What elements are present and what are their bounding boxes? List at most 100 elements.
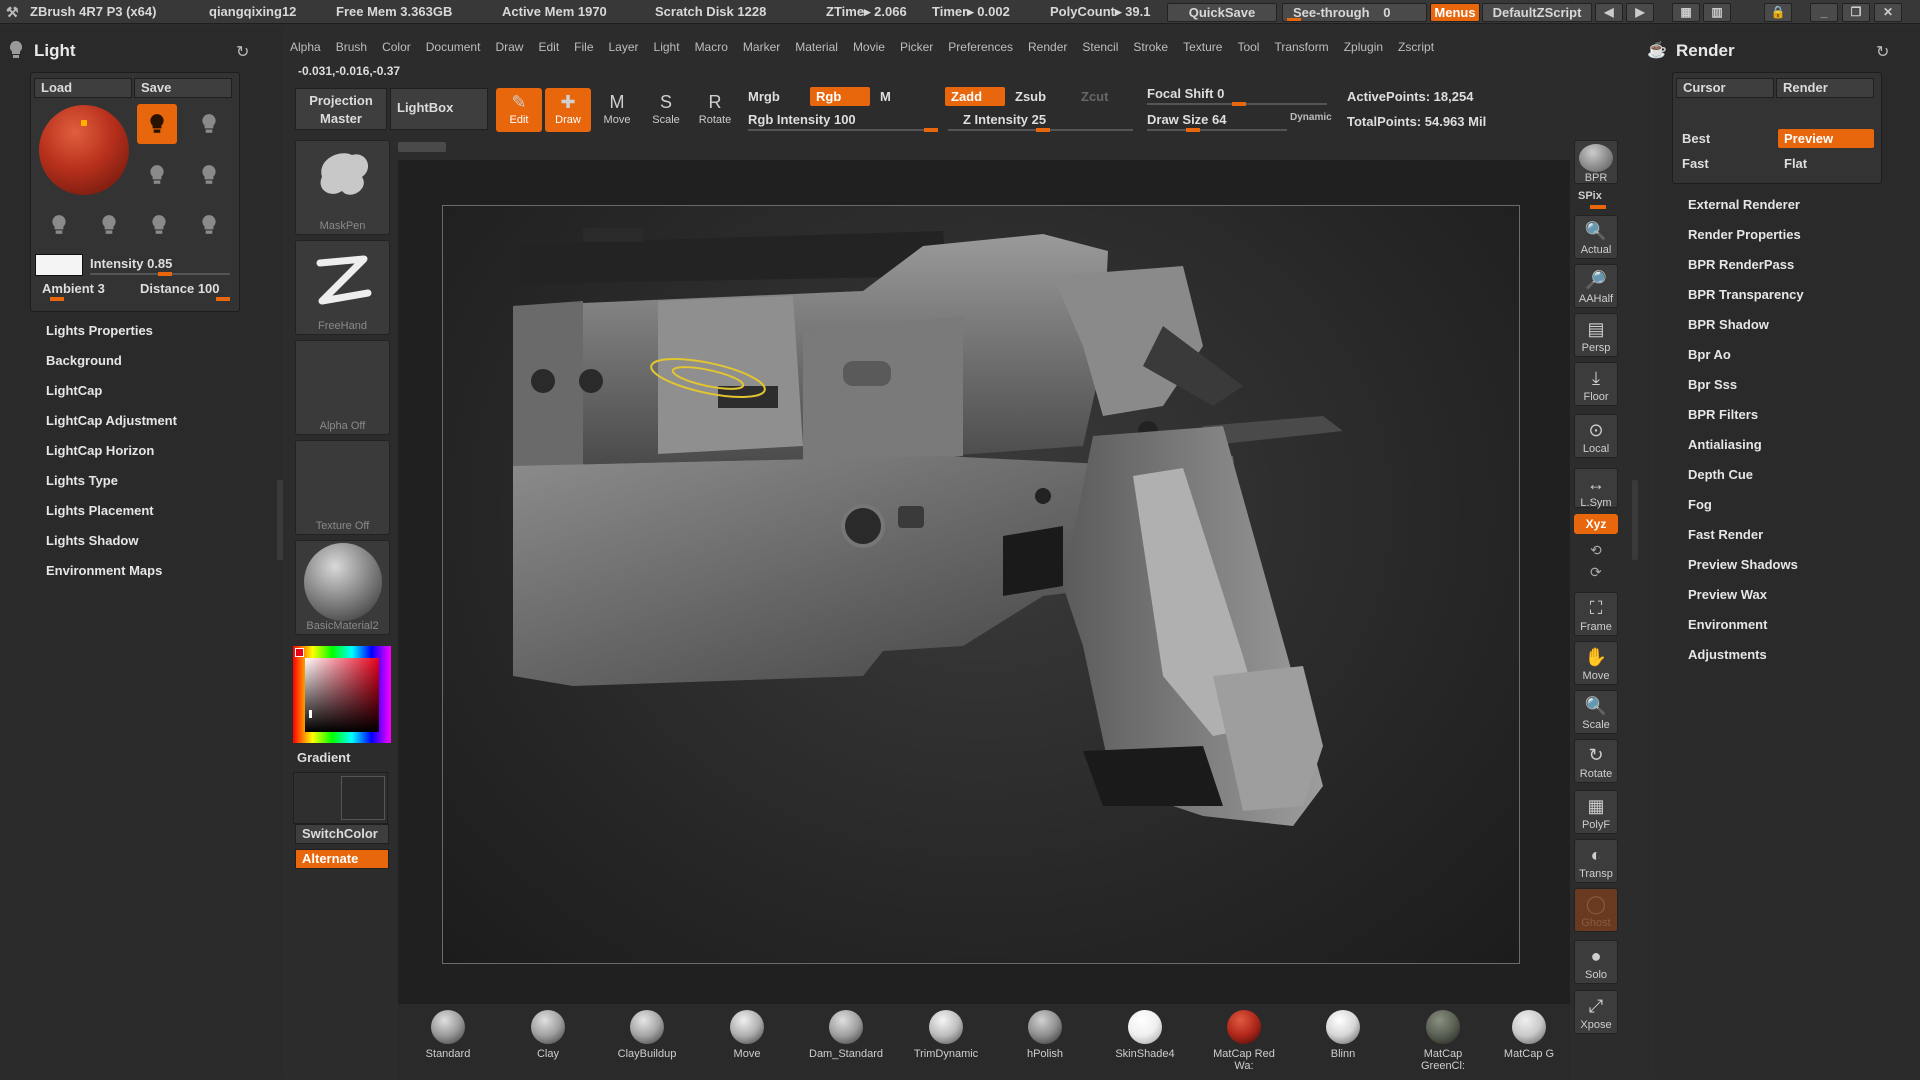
fast-button[interactable]: Fast (1682, 156, 1709, 171)
light-4-bulb-icon[interactable] (189, 155, 229, 195)
intensity-knob[interactable] (158, 272, 172, 276)
rgb-button[interactable]: Rgb (810, 87, 870, 106)
material-skinshade4[interactable]: SkinShade4 (1105, 1010, 1185, 1060)
bpr-transparency-item[interactable]: BPR Transparency (1688, 287, 1804, 302)
bpr-filters-item[interactable]: BPR Filters (1688, 407, 1758, 422)
z-intensity-knob[interactable] (1036, 128, 1050, 132)
menu-stencil[interactable]: Stencil (1082, 40, 1118, 54)
rotate-button[interactable]: R Rotate (692, 88, 738, 132)
light-position-marker[interactable] (81, 120, 87, 126)
local-button[interactable]: ⊙ Local (1574, 414, 1618, 458)
menu-edit[interactable]: Edit (538, 40, 559, 54)
transp-button[interactable]: ◐ Transp (1574, 839, 1618, 883)
lights-shadow-item[interactable]: Lights Shadow (46, 533, 138, 548)
projection-master-button[interactable]: Projection Master (295, 88, 387, 130)
xyz-button[interactable]: Xyz (1574, 514, 1618, 534)
menu-texture[interactable]: Texture (1183, 40, 1222, 54)
polyf-button[interactable]: ▦ PolyF (1574, 790, 1618, 834)
preview-shadows-item[interactable]: Preview Shadows (1688, 557, 1798, 572)
left-panel-scrollbar[interactable] (277, 480, 283, 560)
menu-alpha[interactable]: Alpha (290, 40, 321, 54)
ambient-knob[interactable] (50, 297, 64, 301)
lights-type-item[interactable]: Lights Type (46, 473, 118, 488)
brush-dam-standard[interactable]: Dam_Standard (806, 1010, 886, 1060)
depth-cue-item[interactable]: Depth Cue (1688, 467, 1753, 482)
move-button[interactable]: M Move (594, 88, 640, 132)
save-button[interactable]: Save (134, 78, 232, 98)
light-preview-sphere[interactable] (39, 105, 129, 195)
lightbox-button[interactable]: LightBox (390, 88, 488, 130)
spix-knob[interactable] (1590, 205, 1606, 209)
brush-standard[interactable]: Standard (408, 1010, 488, 1060)
light-8-bulb-icon[interactable] (189, 205, 229, 245)
scale-view-button[interactable]: 🔍 Scale (1574, 690, 1618, 734)
render-refresh-icon[interactable]: ↻ (1876, 42, 1889, 62)
scroll-left-icon[interactable]: ◀ (1595, 3, 1623, 22)
intensity-slider[interactable]: Intensity 0.85 (90, 256, 172, 271)
material-matcap-greenclay[interactable]: MatCap GreenCl: (1403, 1010, 1483, 1072)
minimize-icon[interactable]: _ (1810, 3, 1838, 22)
menu-zscript[interactable]: Zscript (1398, 40, 1434, 54)
rotate-y-icon[interactable]: ⟲ (1590, 542, 1602, 559)
rotate-z-icon[interactable]: ⟳ (1590, 564, 1602, 581)
cursor-button[interactable]: Cursor (1676, 78, 1774, 98)
menu-stroke[interactable]: Stroke (1133, 40, 1168, 54)
alpha-tile[interactable]: Alpha Off (295, 340, 390, 435)
lights-properties-item[interactable]: Lights Properties (46, 323, 153, 338)
best-button[interactable]: Best (1682, 131, 1710, 146)
draw-size-knob[interactable] (1186, 128, 1200, 132)
menu-tool[interactable]: Tool (1237, 40, 1259, 54)
lock-icon[interactable]: 🔒 (1764, 3, 1792, 22)
light-7-bulb-icon[interactable] (139, 205, 179, 245)
material-matcap-g[interactable]: MatCap G (1490, 1010, 1568, 1060)
menu-color[interactable]: Color (382, 40, 411, 54)
menu-movie[interactable]: Movie (853, 40, 885, 54)
edit-button[interactable]: ✎ Edit (496, 88, 542, 132)
focal-shift-slider[interactable]: Focal Shift 0 (1147, 86, 1224, 101)
floor-button[interactable]: ⤓ Floor (1574, 362, 1618, 406)
maskpen-brush-tile[interactable]: MaskPen (295, 140, 390, 235)
menu-macro[interactable]: Macro (695, 40, 728, 54)
restore-icon[interactable]: ❐ (1842, 3, 1870, 22)
external-renderer-item[interactable]: External Renderer (1688, 197, 1800, 212)
environment-item[interactable]: Environment (1688, 617, 1767, 632)
bpr-ao-item[interactable]: Bpr Ao (1688, 347, 1731, 362)
color-picker[interactable] (293, 646, 391, 743)
scroll-right-icon[interactable]: ▶ (1626, 3, 1654, 22)
material-blinn[interactable]: Blinn (1303, 1010, 1383, 1060)
flat-button[interactable]: Flat (1784, 156, 1807, 171)
preview-wax-item[interactable]: Preview Wax (1688, 587, 1767, 602)
menu-brush[interactable]: Brush (336, 40, 367, 54)
menu-zplugin[interactable]: Zplugin (1344, 40, 1383, 54)
preview-button[interactable]: Preview (1778, 129, 1874, 148)
mrgb-button[interactable]: Mrgb (748, 89, 780, 104)
zadd-button[interactable]: Zadd (945, 87, 1005, 106)
bpr-button[interactable]: BPR (1574, 140, 1618, 184)
bpr-renderpass-item[interactable]: BPR RenderPass (1688, 257, 1794, 272)
rgb-intensity-slider[interactable]: Rgb Intensity 100 (748, 112, 856, 127)
ghost-button[interactable]: ◯ Ghost (1574, 888, 1618, 932)
layout-icon[interactable]: ▦ (1672, 3, 1700, 22)
frame-button[interactable]: ⛶ Frame (1574, 592, 1618, 636)
fast-render-item[interactable]: Fast Render (1688, 527, 1763, 542)
menu-marker[interactable]: Marker (743, 40, 780, 54)
menu-picker[interactable]: Picker (900, 40, 933, 54)
light-3-bulb-icon[interactable] (137, 155, 177, 195)
quicksave-button[interactable]: QuickSave (1167, 3, 1277, 22)
brush-claybuildup[interactable]: ClayBuildup (607, 1010, 687, 1060)
light-5-bulb-icon[interactable] (39, 205, 79, 245)
draw-size-slider[interactable]: Draw Size 64 (1147, 112, 1227, 127)
menus-button[interactable]: Menus (1430, 3, 1480, 22)
zsub-button[interactable]: Zsub (1015, 89, 1046, 104)
bpr-sss-item[interactable]: Bpr Sss (1688, 377, 1737, 392)
brush-clay[interactable]: Clay (508, 1010, 588, 1060)
distance-knob[interactable] (216, 297, 230, 301)
right-panel-scrollbar[interactable] (1632, 480, 1638, 560)
antialiasing-item[interactable]: Antialiasing (1688, 437, 1762, 452)
bpr-shadow-item[interactable]: BPR Shadow (1688, 317, 1769, 332)
lsym-button[interactable]: ↔ L.Sym (1574, 468, 1618, 509)
actual-button[interactable]: 🔍 Actual (1574, 215, 1618, 259)
lightcap-item[interactable]: LightCap (46, 383, 102, 398)
default-zscript-button[interactable]: DefaultZScript (1482, 3, 1592, 22)
lightcap-adjustment-item[interactable]: LightCap Adjustment (46, 413, 177, 428)
